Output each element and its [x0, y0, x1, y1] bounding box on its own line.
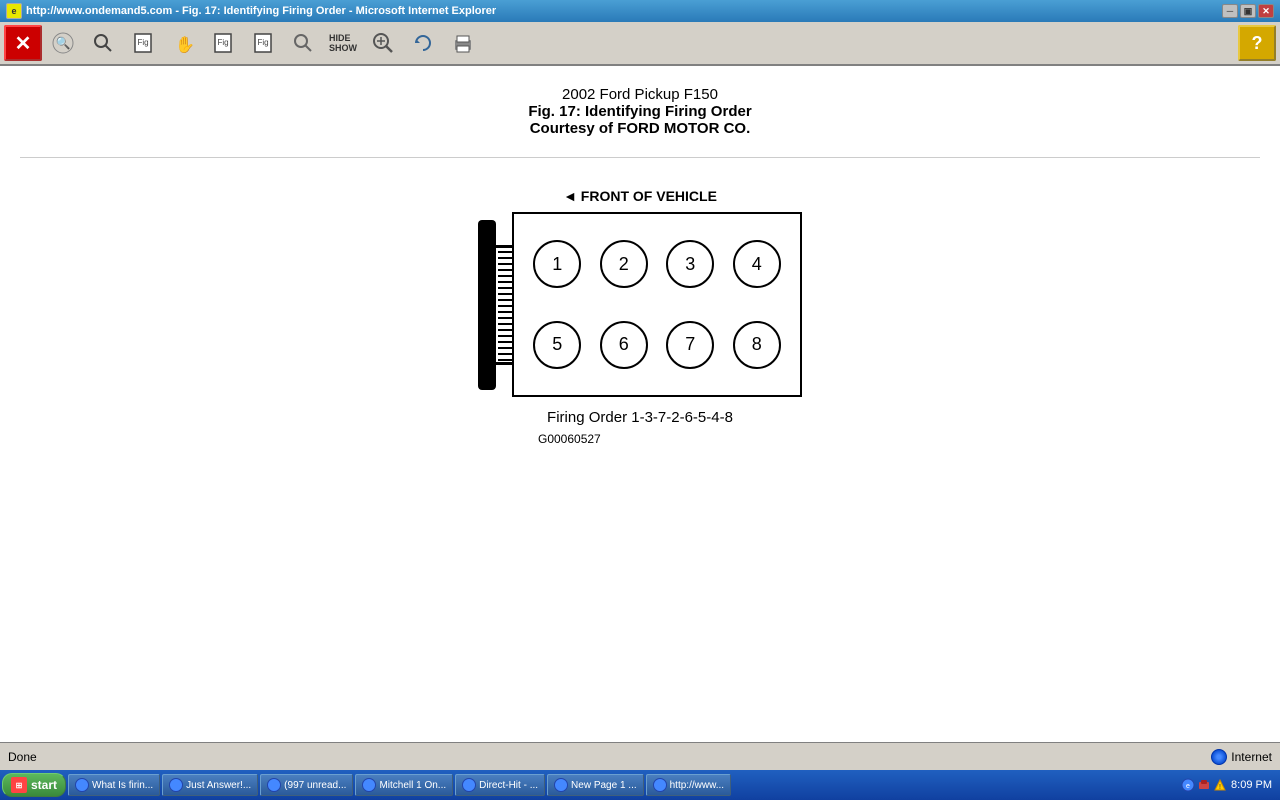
cylinder-6-circle: 6: [600, 321, 648, 369]
clock: 8:09 PM: [1231, 779, 1272, 791]
svg-text:Fig: Fig: [257, 38, 268, 47]
refresh-button[interactable]: [404, 25, 442, 61]
taskbar-icon-3: [362, 778, 376, 792]
browser-icon: e: [6, 3, 22, 19]
internet-zone: Internet: [1211, 749, 1272, 765]
taskbar-right: e ! 8:09 PM: [1181, 778, 1278, 792]
print-button[interactable]: [444, 25, 482, 61]
taskbar-icon-6: [653, 778, 667, 792]
cylinder-3: 3: [657, 224, 724, 305]
belt-tick-marks: [498, 251, 512, 365]
close-button[interactable]: ✕: [1258, 4, 1274, 18]
taskbar-item-2[interactable]: (997 unread...: [260, 774, 353, 796]
restore-button[interactable]: ▣: [1240, 4, 1256, 18]
cylinder-6: 6: [591, 305, 658, 386]
fig-button-3[interactable]: Fig: [244, 25, 282, 61]
svg-text:✋: ✋: [175, 35, 194, 54]
toolbar: ✕ 🔍 Fig ✋ Fig Fig HIDESHOW ?: [0, 22, 1280, 66]
search-button[interactable]: [84, 25, 122, 61]
status-text: Done: [8, 750, 37, 764]
find-button[interactable]: [284, 25, 322, 61]
fig-button-2[interactable]: Fig: [204, 25, 242, 61]
cylinder-1: 1: [524, 224, 591, 305]
cylinder-2-circle: 2: [600, 240, 648, 288]
svg-text:Fig: Fig: [217, 38, 228, 47]
svg-text:e: e: [1186, 783, 1190, 790]
taskbar-icon-1: [169, 778, 183, 792]
taskbar-icon-0: [75, 778, 89, 792]
title-bar: e http://www.ondemand5.com - Fig. 17: Id…: [0, 0, 1280, 22]
window-title: http://www.ondemand5.com - Fig. 17: Iden…: [26, 5, 1222, 17]
cylinder-3-circle: 3: [666, 240, 714, 288]
tray-icon-2: [1197, 778, 1211, 792]
cylinder-5-circle: 5: [533, 321, 581, 369]
zoom-button[interactable]: [364, 25, 402, 61]
diagram-code: G00060527: [538, 432, 601, 446]
belt-area: [478, 220, 512, 390]
tray-icon-1: e: [1181, 778, 1195, 792]
cylinder-8-circle: 8: [733, 321, 781, 369]
cylinder-2: 2: [591, 224, 658, 305]
courtesy-title: Courtesy of FORD MOTOR CO.: [528, 120, 751, 137]
cylinder-7: 7: [657, 305, 724, 386]
windows-icon: ⊞: [11, 777, 27, 793]
taskbar-item-4[interactable]: Direct-Hit - ...: [455, 774, 545, 796]
cylinder-4: 4: [724, 224, 791, 305]
divider: [20, 157, 1260, 158]
fig-button-1[interactable]: Fig: [124, 25, 162, 61]
window-controls: ─ ▣ ✕: [1222, 4, 1274, 18]
diagram-container: ◄ FRONT OF VEHICLE 1: [478, 188, 802, 446]
engine-diagram: 1 2 3 4: [478, 212, 802, 397]
cylinder-1-circle: 1: [533, 240, 581, 288]
cylinder-4-circle: 4: [733, 240, 781, 288]
cylinder-8: 8: [724, 305, 791, 386]
minimize-button[interactable]: ─: [1222, 4, 1238, 18]
vehicle-title: 2002 Ford Pickup F150: [528, 86, 751, 103]
taskbar-item-0[interactable]: What Is firin...: [68, 774, 160, 796]
cylinder-5: 5: [524, 305, 591, 386]
taskbar-icon-5: [554, 778, 568, 792]
system-tray: e !: [1181, 778, 1227, 792]
start-button[interactable]: ⊞ start: [2, 773, 66, 797]
svg-text:!: !: [1219, 784, 1221, 791]
taskbar: ⊞ start What Is firin... Just Answer!...…: [0, 770, 1280, 800]
hide-show-button[interactable]: HIDESHOW: [324, 25, 362, 61]
cylinder-7-circle: 7: [666, 321, 714, 369]
taskbar-item-3[interactable]: Mitchell 1 On...: [355, 774, 453, 796]
internet-icon: [1211, 749, 1227, 765]
taskbar-item-6[interactable]: http://www...: [646, 774, 731, 796]
engine-left-side: [478, 220, 512, 390]
front-of-vehicle-label: ◄ FRONT OF VEHICLE: [563, 188, 717, 204]
hand-button[interactable]: ✋: [164, 25, 202, 61]
engine-box: 1 2 3 4: [512, 212, 802, 397]
figure-title: Fig. 17: Identifying Firing Order: [528, 103, 751, 120]
status-bar: Done Internet: [0, 742, 1280, 770]
back-button[interactable]: 🔍: [44, 25, 82, 61]
taskbar-item-1[interactable]: Just Answer!...: [162, 774, 258, 796]
belt-connector: [496, 245, 512, 365]
taskbar-icon-4: [462, 778, 476, 792]
taskbar-item-5[interactable]: New Page 1 ...: [547, 774, 644, 796]
firing-order-label: Firing Order 1-3-7-2-6-5-4-8: [547, 409, 733, 426]
taskbar-icon-2: [267, 778, 281, 792]
svg-text:Fig: Fig: [137, 38, 148, 47]
tray-icon-3: !: [1213, 778, 1227, 792]
page-title-section: 2002 Ford Pickup F150 Fig. 17: Identifyi…: [528, 86, 751, 137]
svg-text:🔍: 🔍: [56, 35, 71, 50]
content-area: 2002 Ford Pickup F150 Fig. 17: Identifyi…: [0, 66, 1280, 742]
help-button[interactable]: ?: [1238, 25, 1276, 61]
belt-bar: [478, 220, 496, 390]
close-tool-button[interactable]: ✕: [4, 25, 42, 61]
